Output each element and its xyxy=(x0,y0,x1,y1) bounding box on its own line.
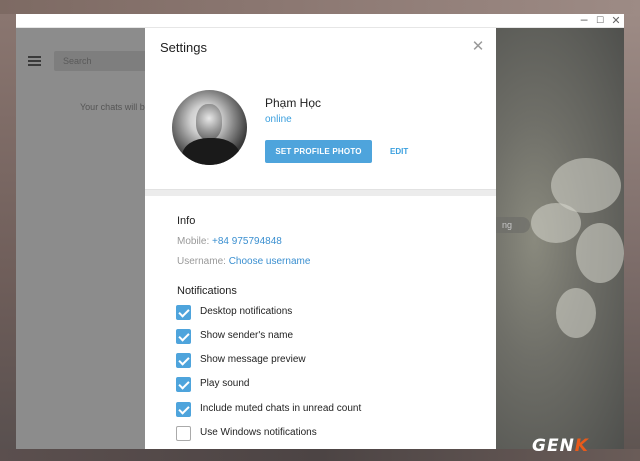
checkbox-icon[interactable] xyxy=(176,426,191,441)
username-row: Username: Choose username xyxy=(177,256,310,267)
username-label: Username: xyxy=(177,256,226,267)
close-icon[interactable]: ✕ xyxy=(471,39,485,54)
checkbox-show-sender-name[interactable]: Show sender's name xyxy=(176,329,436,345)
title-bar: ─ ☐ ✕ xyxy=(16,14,624,28)
desktop-background-right xyxy=(624,14,640,449)
service-message-pill: ng xyxy=(490,217,530,233)
mobile-value[interactable]: +84 975794848 xyxy=(212,236,282,247)
empty-chats-text: Your chats will b xyxy=(80,102,145,112)
checkbox-show-message-preview[interactable]: Show message preview xyxy=(176,353,436,369)
choose-username-link[interactable]: Choose username xyxy=(229,256,311,267)
checkbox-label: Use Windows notifications xyxy=(200,427,317,438)
info-section-title: Info xyxy=(177,215,196,227)
checkbox-label: Play sound xyxy=(200,378,250,389)
minimize-icon[interactable]: ─ xyxy=(576,14,592,28)
set-profile-photo-button[interactable]: SET PROFILE PHOTO xyxy=(265,140,372,163)
profile-name: Phạm Học xyxy=(265,96,322,110)
checkbox-play-sound[interactable]: Play sound xyxy=(176,377,436,393)
notifications-section-title: Notifications xyxy=(177,285,237,297)
dialog-title: Settings xyxy=(160,40,207,55)
checkbox-icon[interactable] xyxy=(176,329,191,344)
menu-icon[interactable] xyxy=(28,56,41,66)
edit-button[interactable]: EDIT xyxy=(390,140,408,163)
checkbox-label: Show message preview xyxy=(200,354,306,365)
checkbox-desktop-notifications[interactable]: Desktop notifications xyxy=(176,305,436,321)
settings-dialog: Settings ✕ Phạm Học online SET PROFILE P… xyxy=(145,28,496,449)
desktop-background-left xyxy=(0,14,16,449)
chat-list-panel: Search Your chats will b xyxy=(16,28,154,449)
profile-status: online xyxy=(265,114,292,125)
checkbox-label: Show sender's name xyxy=(200,330,294,341)
checkbox-include-muted-chats[interactable]: Include muted chats in unread count xyxy=(176,402,436,418)
checkbox-icon[interactable] xyxy=(176,305,191,320)
genk-watermark-logo: GENK xyxy=(532,436,589,456)
checkbox-label: Desktop notifications xyxy=(200,306,293,317)
checkbox-icon[interactable] xyxy=(176,402,191,417)
mobile-label: Mobile: xyxy=(177,236,210,247)
checkbox-label: Include muted chats in unread count xyxy=(200,403,362,414)
chat-background xyxy=(496,28,624,449)
checkbox-icon[interactable] xyxy=(176,353,191,368)
desktop-background-top xyxy=(0,0,640,14)
search-input[interactable]: Search xyxy=(54,51,154,71)
checkbox-use-windows-notifications[interactable]: Use Windows notifications xyxy=(176,426,436,442)
maximize-icon[interactable]: ☐ xyxy=(592,14,608,28)
section-divider xyxy=(145,189,496,196)
window-close-icon[interactable]: ✕ xyxy=(608,14,624,28)
avatar[interactable] xyxy=(172,90,247,165)
checkbox-icon[interactable] xyxy=(176,377,191,392)
mobile-row: Mobile: +84 975794848 xyxy=(177,236,282,247)
